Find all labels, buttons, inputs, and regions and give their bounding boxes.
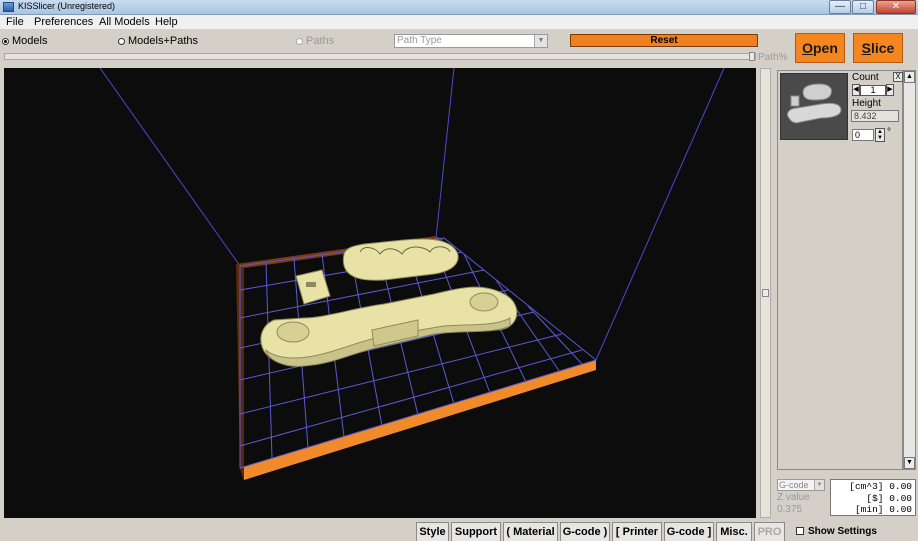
slice-mnemonic: S [861, 40, 871, 56]
z-value: 0.375 [777, 504, 803, 515]
radio-models-paths-label: Models+Paths [128, 35, 199, 47]
slice-button[interactable]: Slice [853, 33, 903, 63]
tab-support[interactable]: Support [451, 522, 501, 541]
remove-model-button[interactable]: X [893, 72, 903, 82]
stat-cost-value: 0.00 [889, 492, 912, 504]
tab-printer[interactable]: [ Printer [612, 522, 662, 541]
minimize-button[interactable]: — [829, 0, 851, 14]
scroll-up-icon[interactable]: ▲ [904, 71, 915, 83]
tab-printer-gcode[interactable]: G-code ] [664, 522, 714, 541]
tab-material[interactable]: ( Material [503, 522, 558, 541]
tab-pro[interactable]: PRO [754, 522, 785, 541]
layer-slider-thumb[interactable] [762, 289, 769, 297]
chevron-down-icon: ▼ [814, 480, 824, 490]
radio-paths[interactable]: Paths [296, 35, 334, 47]
menu-bar: File Preferences All Models Help [0, 15, 918, 29]
radio-models-paths[interactable]: Models+Paths [118, 35, 198, 47]
gcode-select-text: G-code [779, 480, 809, 490]
radio-models[interactable]: Models [2, 35, 47, 47]
stat-time-value: 0.00 [889, 504, 912, 515]
radio-paths-indicator [296, 37, 303, 45]
stat-time-unit: [min] [854, 504, 884, 515]
3d-viewport[interactable] [4, 68, 756, 518]
height-label: Height [852, 98, 881, 109]
window-title: KISSlicer (Unregistered) [18, 1, 116, 11]
tab-style[interactable]: Style [416, 522, 449, 541]
menu-preferences[interactable]: Preferences [34, 16, 93, 28]
show-settings-label: Show Settings [808, 526, 877, 537]
menu-help[interactable]: Help [155, 16, 178, 28]
model-list-scrollbar[interactable]: ▲ ▼ [903, 70, 916, 470]
path-type-select[interactable]: Path Type ▼ [394, 34, 548, 48]
scene-svg [99, 68, 725, 480]
count-field[interactable]: 1 [860, 85, 886, 96]
stat-cost-unit: [$] [866, 492, 884, 504]
tab-misc[interactable]: Misc. [716, 522, 752, 541]
degree-unit: ° [887, 127, 891, 138]
count-decrement-button[interactable]: ◀ [852, 84, 860, 96]
rotation-field[interactable]: 0 [852, 129, 874, 141]
radio-models-paths-indicator [118, 37, 125, 45]
chevron-down-icon: ▼ [534, 35, 547, 47]
thumbnail-svg [786, 83, 842, 124]
bed-front-edge [240, 360, 596, 480]
radio-paths-label: Paths [306, 35, 335, 47]
count-label: Count [852, 72, 879, 83]
stat-volume-value: 0.00 [889, 481, 912, 492]
bracket-hole [306, 282, 316, 287]
rotation-spinner[interactable]: ▲ ▼ [875, 128, 885, 142]
height-value: 8.432 [851, 110, 899, 122]
path-percent-label: Path% [758, 52, 788, 63]
menu-file[interactable]: File [6, 16, 24, 28]
count-increment-button[interactable]: ▶ [886, 84, 894, 96]
slice-label: lice [870, 40, 895, 56]
path-slider-thumb[interactable] [749, 52, 755, 61]
left-cup [276, 321, 310, 343]
tab-material-gcode[interactable]: G-code ) [560, 522, 610, 541]
reset-button[interactable]: Reset [570, 34, 758, 47]
stat-time: [min] 0.00 [834, 504, 912, 516]
stat-cost: [$] 0.00 [834, 493, 912, 505]
menu-all-models[interactable]: All Models [99, 16, 150, 28]
maximize-button[interactable]: □ [852, 0, 874, 14]
stats-box: [cm^3] 0.00 [$] 0.00 [min] 0.00 [830, 479, 916, 516]
checkbox-icon [796, 527, 804, 536]
right-cup [469, 292, 499, 312]
radio-models-label: Models [12, 35, 48, 47]
stat-volume: [cm^3] 0.00 [834, 481, 912, 493]
open-button[interactable]: Open [795, 33, 845, 63]
app-icon [3, 2, 14, 12]
radio-models-indicator [2, 37, 9, 45]
z-value-label: Z value [777, 492, 810, 503]
close-button[interactable]: ✕ [876, 0, 916, 14]
gcode-select[interactable]: G-code ▼ [777, 479, 825, 491]
open-mnemonic: O [802, 40, 813, 56]
show-settings-checkbox[interactable]: Show Settings [796, 526, 877, 537]
path-percent-slider[interactable] [4, 52, 756, 61]
layer-slider[interactable] [760, 68, 771, 518]
path-type-text: Path Type [397, 35, 442, 46]
scroll-down-icon[interactable]: ▼ [904, 457, 915, 469]
top-shell [342, 238, 459, 281]
open-label: pen [813, 40, 838, 56]
title-bar: KISSlicer (Unregistered) — □ ✕ [0, 0, 918, 15]
model-thumbnail[interactable] [780, 73, 848, 140]
stat-volume-unit: [cm^3] [849, 481, 884, 492]
